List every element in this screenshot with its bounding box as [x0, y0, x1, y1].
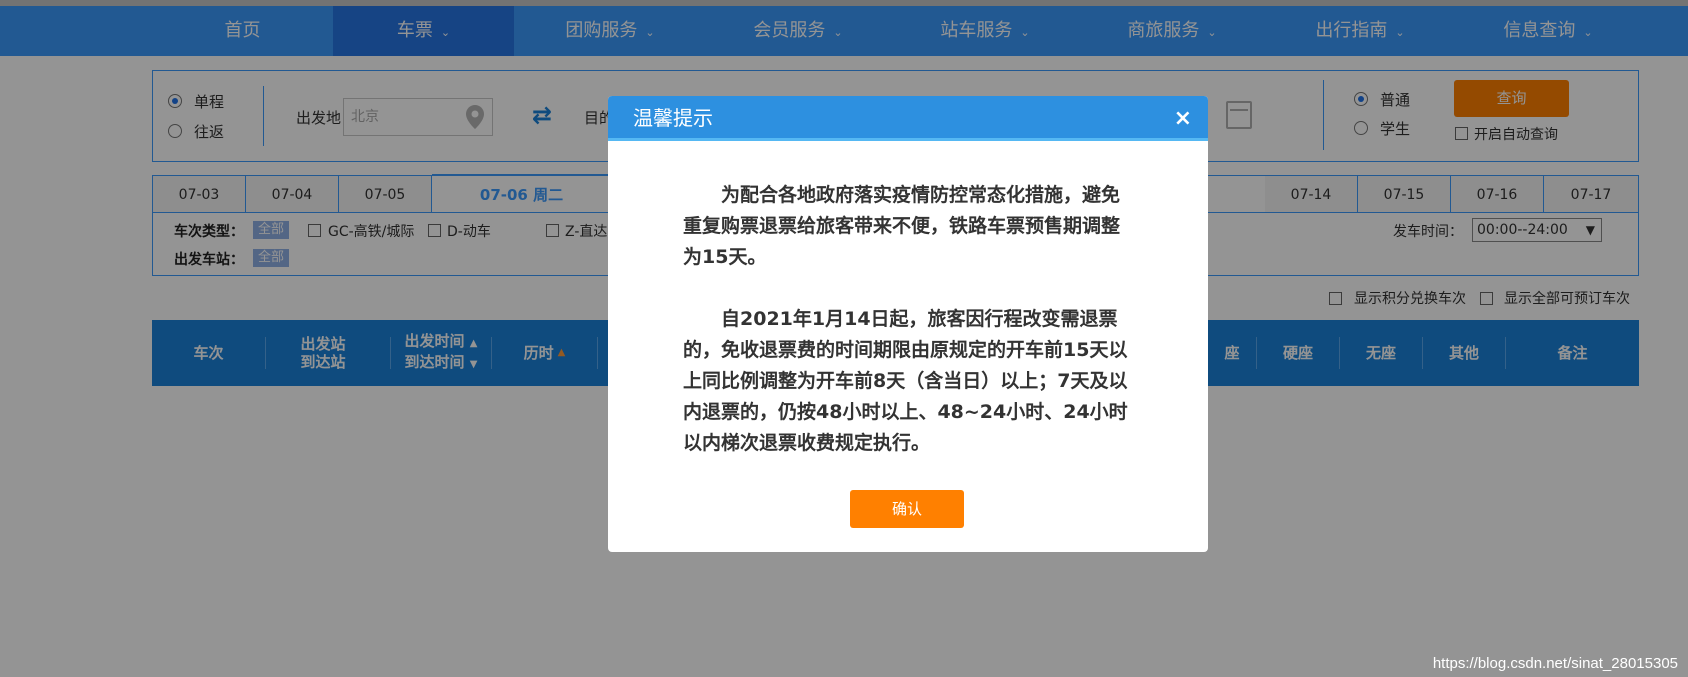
watermark: https://blog.csdn.net/sinat_28015305	[1432, 655, 1678, 672]
dialog-body: 为配合各地政府落实疫情防控常态化措施，避免重复购票退票给旅客带来不便，铁路车票预…	[683, 180, 1133, 490]
notice-paragraph: 为配合各地政府落实疫情防控常态化措施，避免重复购票退票给旅客带来不便，铁路车票预…	[683, 184, 1121, 268]
dialog-header: 温馨提示 ×	[608, 96, 1208, 141]
confirm-button[interactable]: 确认	[850, 490, 964, 528]
notice-dialog: 温馨提示 × 为配合各地政府落实疫情防控常态化措施，避免重复购票退票给旅客带来不…	[608, 96, 1208, 552]
notice-paragraph: 自2021年1月14日起，旅客因行程改变需退票的，免收退票费的时间期限由原规定的…	[683, 308, 1128, 454]
close-icon[interactable]: ×	[1174, 96, 1192, 141]
dialog-title: 温馨提示	[633, 106, 713, 130]
